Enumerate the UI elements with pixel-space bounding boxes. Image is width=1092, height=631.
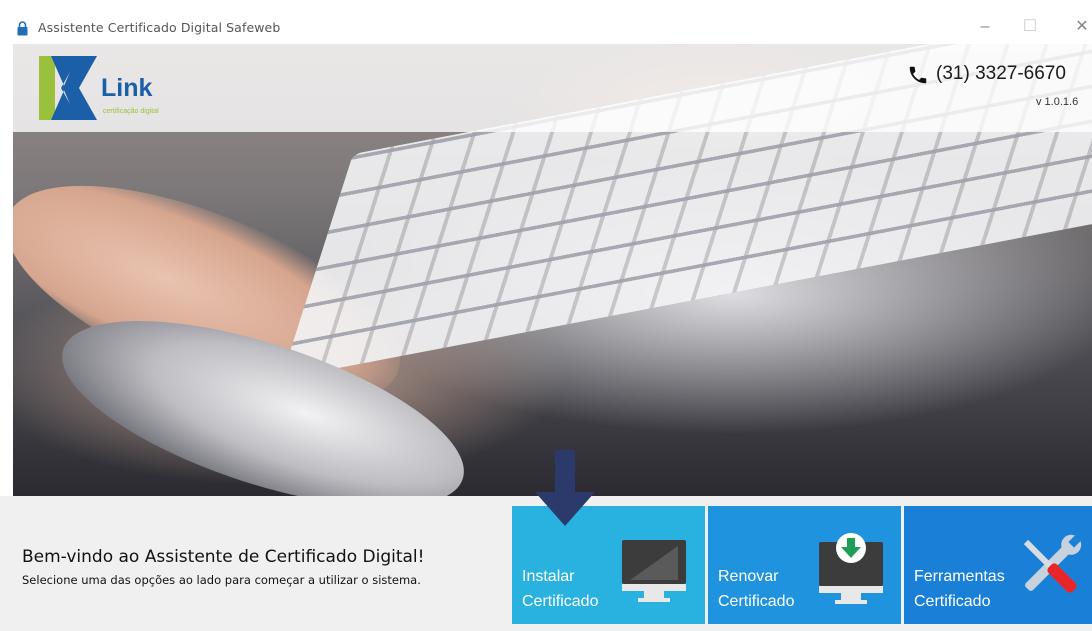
lock-icon [17, 21, 28, 36]
welcome-title: Bem-vindo ao Assistente de Certificado D… [22, 547, 425, 567]
version-label: v 1.0.1.6 [1036, 96, 1079, 108]
install-tile-line2: Certificado [522, 593, 599, 610]
close-button[interactable]: ✕ [1062, 12, 1092, 42]
renew-certificate-tile[interactable]: Renovar Certificado [708, 506, 901, 624]
logo-tagline: certificação digital [103, 108, 159, 115]
renew-tile-label: Renovar Certificado [718, 564, 794, 614]
monitor-icon [622, 540, 686, 602]
tools-certificate-tile[interactable]: Ferramentas Certificado [904, 506, 1092, 624]
window-title: Assistente Certificado Digital Safeweb [38, 20, 281, 35]
hero-image: Link certificação digital (31) 3327-6670… [13, 44, 1092, 496]
renew-tile-line1: Renovar [718, 568, 779, 585]
link-logo: Link certificação digital [37, 56, 197, 120]
monitor-download-icon [819, 533, 883, 604]
tools-tile-line2: Certificado [914, 593, 991, 610]
tools-icon [1023, 534, 1082, 593]
tools-tile-line1: Ferramentas [914, 568, 1005, 585]
maximize-button[interactable]: ☐ [1010, 12, 1050, 42]
phone-icon [909, 66, 927, 84]
welcome-subtitle: Selecione uma das opções ao lado para co… [22, 573, 421, 587]
logo-name: Link [101, 74, 153, 102]
renew-tile-line2: Certificado [718, 593, 795, 610]
title-bar: Assistente Certificado Digital Safeweb –… [0, 0, 1092, 44]
tools-tile-label: Ferramentas Certificado [914, 564, 1005, 614]
install-tile-line1: Instalar [522, 568, 575, 585]
phone-number: (31) 3327-6670 [936, 63, 1066, 84]
minimize-button[interactable]: – [965, 12, 1005, 42]
link-k-icon [39, 56, 97, 120]
down-arrow-icon [535, 450, 595, 526]
install-tile-label: Instalar Certificado [522, 564, 598, 614]
